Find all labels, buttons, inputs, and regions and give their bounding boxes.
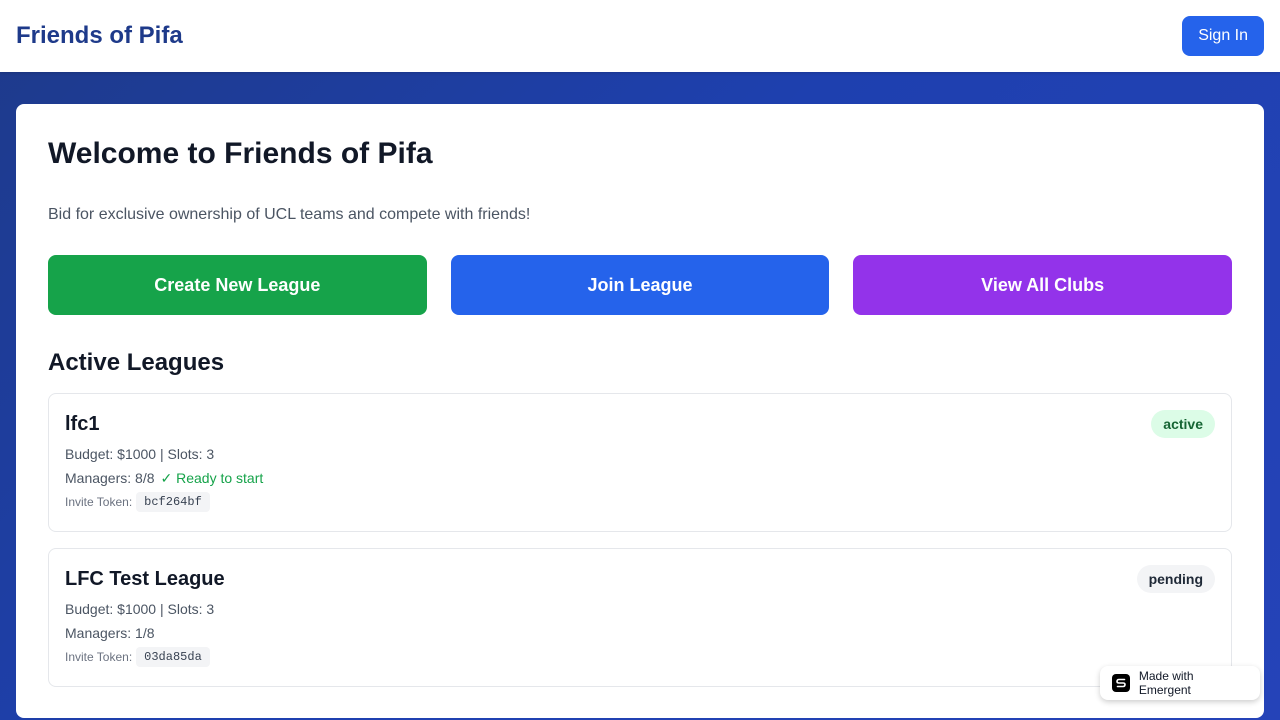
main-card: Welcome to Friends of Pifa Bid for exclu… [16, 104, 1264, 718]
league-card-lfc1[interactable]: lfc1 active Budget: $1000 | Slots: 3 Man… [48, 393, 1232, 532]
status-badge: pending [1136, 565, 1215, 593]
league-managers: Managers: 1/8 [65, 625, 155, 641]
league-managers: Managers: 8/8 [65, 470, 155, 486]
emergent-logo-icon [1112, 674, 1130, 692]
active-leagues-heading: Active Leagues [48, 349, 225, 376]
league-card-lfc-test[interactable]: LFC Test League pending Budget: $1000 | … [48, 548, 1232, 687]
ready-status: ✓ Ready to start [160, 470, 264, 486]
made-with-emergent-badge[interactable]: Made with Emergent [1100, 666, 1260, 700]
invite-token-row: Invite Token: 03da85da [65, 647, 1215, 667]
emergent-label: Made with Emergent [1138, 669, 1194, 697]
invite-token-row: Invite Token: bcf264bf [65, 492, 1215, 512]
invite-token-label: Invite Token: [65, 495, 133, 509]
status-badge: active [1151, 410, 1215, 438]
view-clubs-button[interactable]: View All Clubs [853, 255, 1233, 315]
top-navbar: Friends of Pifa Sign In [0, 0, 1280, 72]
league-budget: Budget: $1000 | Slots: 3 [65, 446, 215, 462]
league-budget: Budget: $1000 | Slots: 3 [65, 601, 215, 617]
league-managers-row: Managers: 8/8 ✓ Ready to start [65, 468, 1215, 488]
invite-token-label: Invite Token: [65, 650, 133, 664]
join-league-button[interactable]: Join League [450, 255, 830, 315]
page-title: Welcome to Friends of Pifa [48, 137, 433, 170]
sign-in-button[interactable]: Sign In [1182, 16, 1264, 56]
app-brand[interactable]: Friends of Pifa [16, 22, 183, 50]
league-managers-row: Managers: 1/8 [65, 623, 1215, 643]
page-subtitle: Bid for exclusive ownership of UCL teams… [48, 206, 531, 223]
create-league-button[interactable]: Create New League [48, 255, 427, 315]
action-buttons: Create New League Join League View All C… [48, 255, 1233, 315]
league-name: LFC Test League [65, 568, 225, 590]
invite-token[interactable]: 03da85da [136, 647, 210, 667]
invite-token[interactable]: bcf264bf [136, 492, 210, 512]
league-name: lfc1 [65, 413, 100, 435]
